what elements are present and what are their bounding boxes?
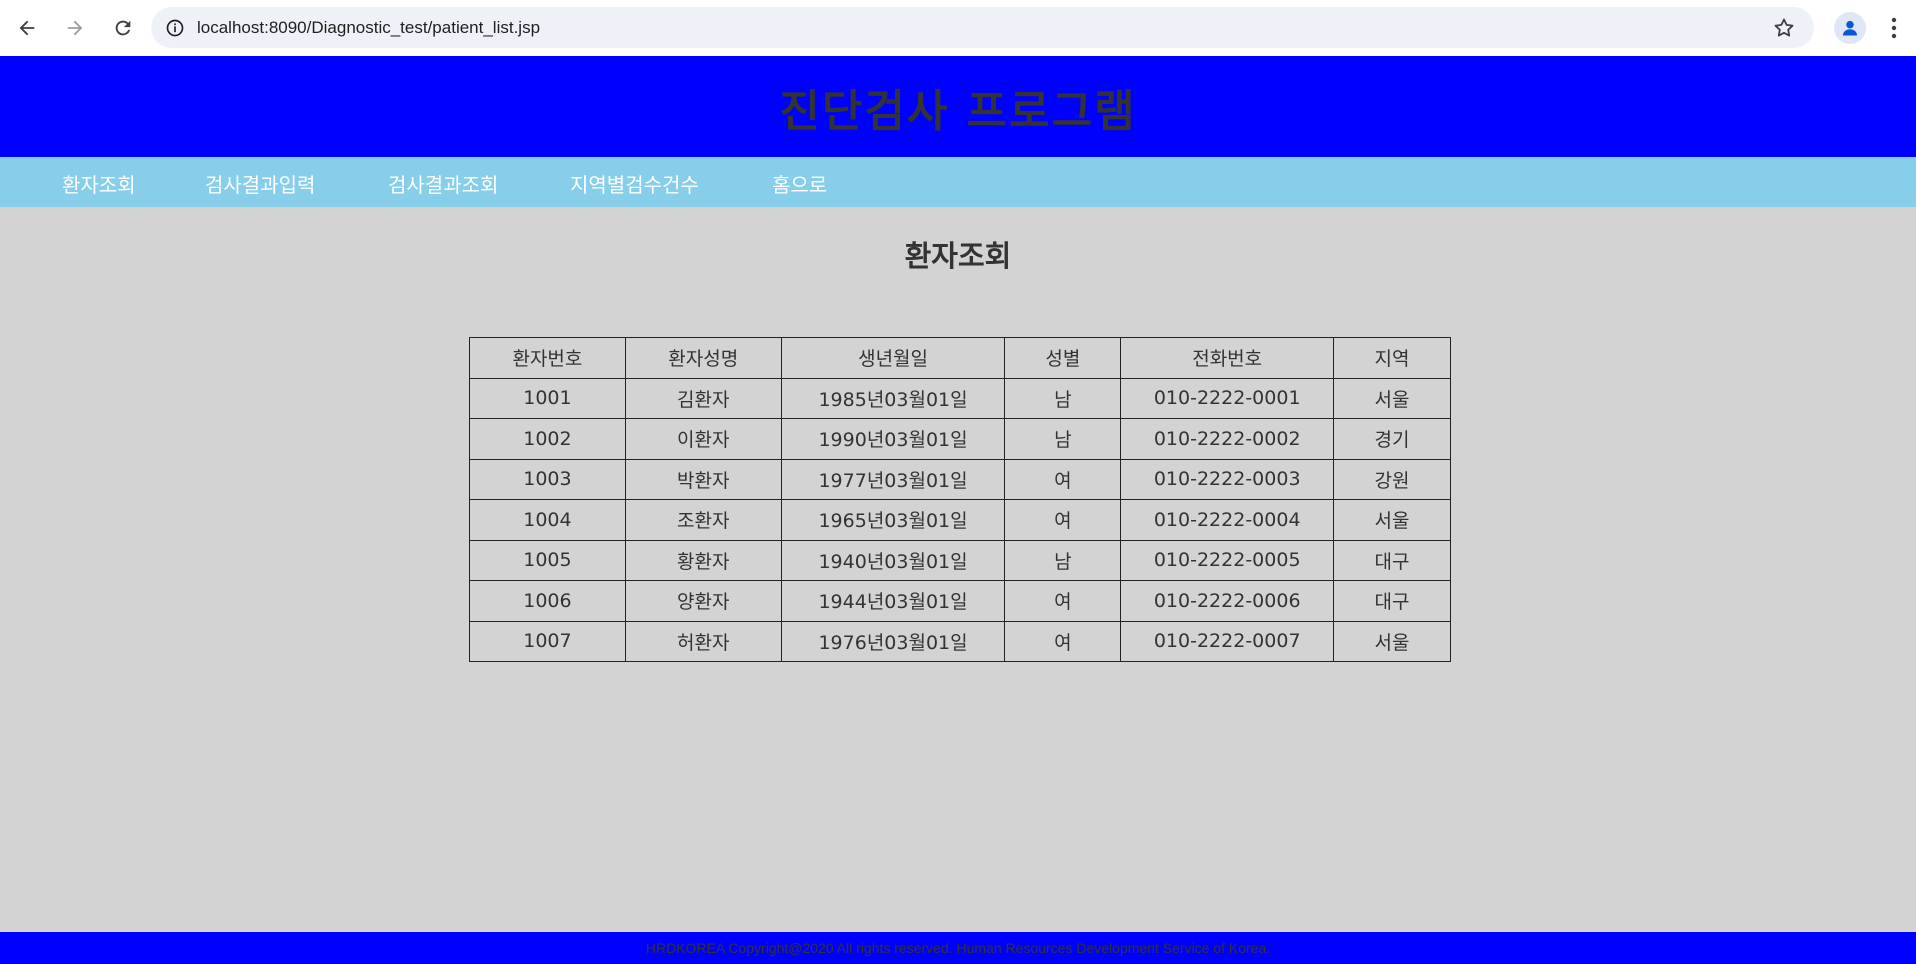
table-row: 1007 허환자 1976년03월01일 여 010-2222-0007 서울 [469,620,1451,662]
site-info-icon[interactable] [163,16,187,40]
reload-icon [115,20,131,36]
table-row: 1006 양환자 1944년03월01일 여 010-2222-0006 대구 [469,580,1451,622]
table-row: 1003 박환자 1977년03월01일 여 010-2222-0003 강원 [469,458,1451,500]
cell-region: 대구 [1333,580,1451,622]
cell-gender: 여 [1004,499,1122,541]
cell-phone: 010-2222-0003 [1120,458,1335,500]
column-header-region: 지역 [1333,337,1451,379]
cell-gender: 남 [1004,377,1122,419]
cell-birthdate: 1990년03월01일 [780,418,1006,460]
column-header-phone: 전화번호 [1120,337,1335,379]
nav-menu: 환자조회 검사결과입력 검사결과조회 지역별검수건수 홈으로 [0,157,1916,207]
patient-table: 환자번호 환자성명 생년월일 성별 전화번호 지역 1001 김환자 1985년… [469,337,1451,662]
page-header: 진단검사 프로그램 [0,56,1916,157]
cell-phone: 010-2222-0002 [1120,418,1335,460]
back-button[interactable] [5,6,49,50]
cell-gender: 남 [1004,539,1122,581]
table-row: 1001 김환자 1985년03월01일 남 010-2222-0001 서울 [469,377,1451,419]
cell-birthdate: 1985년03월01일 [780,377,1006,419]
cell-patient-name: 조환자 [624,499,782,541]
cell-region: 경기 [1333,418,1451,460]
cell-patient-no: 1006 [469,580,626,622]
cell-birthdate: 1965년03월01일 [780,499,1006,541]
table-row: 1004 조환자 1965년03월01일 여 010-2222-0004 서울 [469,499,1451,541]
profile-avatar-icon[interactable] [1834,12,1866,44]
cell-patient-name: 박환자 [624,458,782,500]
cell-birthdate: 1977년03월01일 [780,458,1006,500]
cell-patient-name: 김환자 [624,377,782,419]
cell-birthdate: 1944년03월01일 [780,580,1006,622]
menu-item-result-view[interactable]: 검사결과조회 [388,169,498,198]
cell-patient-no: 1007 [469,620,626,662]
cell-phone: 010-2222-0001 [1120,377,1335,419]
cell-patient-no: 1005 [469,539,626,581]
cell-patient-name: 황환자 [624,539,782,581]
cell-region: 서울 [1333,620,1451,662]
browser-toolbar: localhost:8090/Diagnostic_test/patient_l… [0,0,1916,56]
cell-patient-no: 1004 [469,499,626,541]
menu-item-home[interactable]: 홈으로 [772,169,827,198]
column-header-patient-no: 환자번호 [469,337,626,379]
bookmark-star-icon[interactable] [1772,16,1796,40]
cell-birthdate: 1976년03월01일 [780,620,1006,662]
column-header-birthdate: 생년월일 [780,337,1006,379]
reload-button[interactable] [101,6,145,50]
cell-patient-name: 양환자 [624,580,782,622]
cell-phone: 010-2222-0005 [1120,539,1335,581]
cell-patient-no: 1001 [469,377,626,419]
page-footer: HRDKOREA Copyright@2020 All rights reser… [0,932,1916,964]
table-header-row: 환자번호 환자성명 생년월일 성별 전화번호 지역 [469,337,1451,379]
kebab-menu-icon[interactable] [1880,12,1908,44]
cell-region: 서울 [1333,377,1451,419]
cell-region: 서울 [1333,499,1451,541]
menu-item-patient-list[interactable]: 환자조회 [62,169,136,198]
cell-phone: 010-2222-0004 [1120,499,1335,541]
cell-patient-no: 1002 [469,418,626,460]
table-row: 1005 황환자 1940년03월01일 남 010-2222-0005 대구 [469,539,1451,581]
cell-region: 대구 [1333,539,1451,581]
url-text[interactable]: localhost:8090/Diagnostic_test/patient_l… [197,18,540,38]
cell-region: 강원 [1333,458,1451,500]
cell-gender: 여 [1004,620,1122,662]
cell-phone: 010-2222-0006 [1120,580,1335,622]
address-bar[interactable]: localhost:8090/Diagnostic_test/patient_l… [151,7,1814,48]
column-header-patient-name: 환자성명 [624,337,782,379]
cell-gender: 여 [1004,580,1122,622]
column-header-gender: 성별 [1004,337,1122,379]
cell-birthdate: 1940년03월01일 [780,539,1006,581]
cell-patient-name: 이환자 [624,418,782,460]
arrow-right-icon [67,20,83,36]
table-row: 1002 이환자 1990년03월01일 남 010-2222-0002 경기 [469,418,1451,460]
cell-patient-name: 허환자 [624,620,782,662]
arrow-left-icon [19,20,35,36]
cell-patient-no: 1003 [469,458,626,500]
cell-phone: 010-2222-0007 [1120,620,1335,662]
forward-button[interactable] [53,6,97,50]
page-title: 환자조회 [904,239,1012,273]
cell-gender: 남 [1004,418,1122,460]
cell-gender: 여 [1004,458,1122,500]
menu-item-result-input[interactable]: 검사결과입력 [205,169,315,198]
copyright-text: HRDKOREA Copyright@2020 All rights reser… [645,940,1271,956]
menu-item-region-count[interactable]: 지역별검수건수 [570,169,699,198]
site-title: 진단검사 프로그램 [779,85,1137,137]
